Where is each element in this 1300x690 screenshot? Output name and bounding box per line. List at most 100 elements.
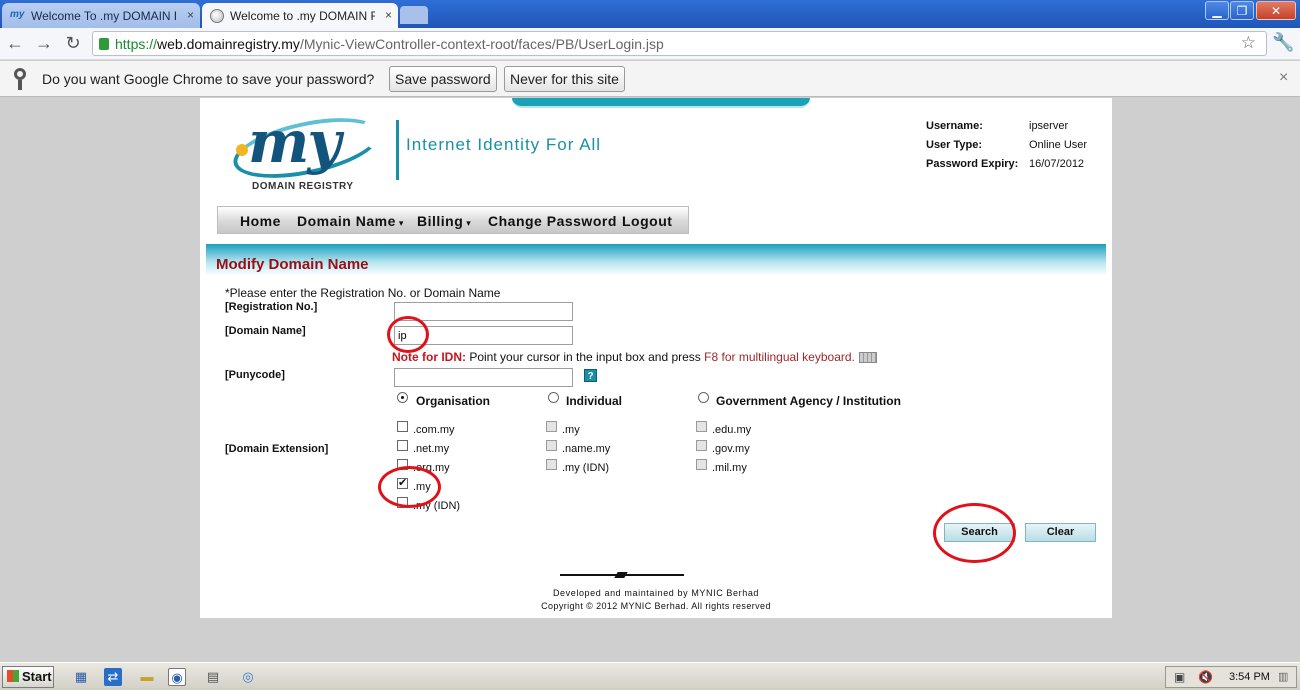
start-button[interactable]: Start <box>2 666 54 688</box>
menu-home[interactable]: Home <box>240 213 281 229</box>
infobar-message: Do you want Google Chrome to save your p… <box>42 71 375 87</box>
taskbar-clock: 3:54 PM <box>1229 671 1270 683</box>
notepad-icon[interactable]: ▤ <box>204 668 222 686</box>
globe-icon <box>210 8 224 23</box>
ext-label: .gov.my <box>712 443 750 455</box>
domain-extension-label: [Domain Extension] <box>225 443 329 455</box>
tab-close-icon[interactable]: × <box>385 8 392 22</box>
app-icon[interactable]: ◎ <box>239 668 257 686</box>
tab-close-icon[interactable]: × <box>187 8 194 22</box>
start-label: Start <box>22 669 52 684</box>
minimize-button[interactable]: ▁ <box>1205 1 1229 20</box>
menu-domain-name-label: Domain Name <box>297 213 396 229</box>
page-viewport: my DOMAIN REGISTRY Internet Identity For… <box>0 98 1300 662</box>
url-path: /Mynic-ViewController-context-root/faces… <box>299 36 664 52</box>
ext-label: .mil.my <box>712 462 747 474</box>
browser-toolbar: ← → ↻ https://web.domainregistry.my/Myni… <box>0 28 1300 60</box>
ext-checkbox-gov-my[interactable] <box>696 440 707 451</box>
password-expiry-value: 16/07/2012 <box>1029 158 1085 170</box>
keyboard-icon[interactable] <box>858 352 877 364</box>
section-header: Modify Domain Name <box>206 244 1106 276</box>
usertype-label: User Type: <box>926 139 983 151</box>
windows-flag-icon <box>7 670 19 682</box>
show-desktop-icon[interactable]: ▥ <box>1278 670 1288 683</box>
usertype-value: Online User <box>1029 139 1088 151</box>
radio-government[interactable] <box>698 392 709 403</box>
media-icon[interactable]: ⇄ <box>104 668 122 686</box>
ext-checkbox-edu-my[interactable] <box>696 421 707 432</box>
browser-tab-1[interactable]: my Welcome To .my DOMAIN REG × <box>2 3 200 28</box>
folder-icon[interactable]: ▬ <box>138 668 156 686</box>
ext-checkbox-mil-my[interactable] <box>696 459 707 470</box>
chrome-taskbar-icon[interactable]: ◉ <box>168 668 186 686</box>
url-scheme: https:// <box>115 36 158 52</box>
domain-name-label: [Domain Name] <box>225 325 306 337</box>
forward-arrow-icon[interactable]: → <box>33 33 55 55</box>
ext-label: .com.my <box>413 424 455 436</box>
radio-government-label: Government Agency / Institution <box>716 394 901 408</box>
volume-muted-icon[interactable]: 🔇 <box>1198 670 1213 684</box>
back-arrow-icon[interactable]: ← <box>4 33 26 55</box>
maximize-button[interactable]: ❐ <box>1230 1 1254 20</box>
mynic-favicon-icon: my <box>10 8 25 20</box>
new-tab-button[interactable] <box>400 6 428 24</box>
network-icon[interactable]: ▦ <box>72 668 90 686</box>
form-instruction: *Please enter the Registration No. or Do… <box>225 286 501 300</box>
idn-note-hint: F8 for multilingual keyboard. <box>704 350 855 364</box>
menu-change-password[interactable]: Change Password <box>488 213 617 229</box>
punycode-label: [Punycode] <box>225 369 285 381</box>
ext-label: .name.my <box>562 443 611 455</box>
menu-billing[interactable]: Billing ▾ <box>417 213 471 229</box>
wrench-menu-icon[interactable]: 🔧 <box>1272 32 1294 53</box>
page-container: my DOMAIN REGISTRY Internet Identity For… <box>200 98 1112 618</box>
user-info-panel: Username: ipserver User Type: Online User … <box>926 120 1087 177</box>
save-password-button[interactable]: Save password <box>389 66 497 92</box>
ext-checkbox-com-my[interactable] <box>397 421 408 432</box>
ext-label: .my (IDN) <box>562 462 610 474</box>
infobar-close-icon[interactable]: × <box>1279 69 1288 87</box>
address-bar[interactable]: https://web.domainregistry.my/Mynic-View… <box>92 31 1267 56</box>
menu-domain-name[interactable]: Domain Name ▾ <box>297 213 404 229</box>
help-icon[interactable]: ? <box>584 369 597 382</box>
radio-organisation[interactable] <box>397 392 408 403</box>
annotation-circle-search-button <box>933 503 1016 563</box>
tab-title: Welcome to .my DOMAIN REG <box>230 8 375 23</box>
network-status-icon[interactable]: ▣ <box>1174 670 1185 684</box>
logo-mark: my <box>248 108 341 176</box>
menu-billing-label: Billing <box>417 213 464 229</box>
ext-checkbox-name-my[interactable] <box>546 440 557 451</box>
bookmark-star-icon[interactable]: ☆ <box>1241 33 1256 53</box>
registration-no-input[interactable] <box>394 302 573 321</box>
windows-taskbar: Start ▦ ⇄ ▬ ◉ ▤ ◎ ▣ 🔇 ▥ 3:54 PM <box>0 662 1300 690</box>
footer-divider <box>560 574 684 576</box>
never-for-this-site-button[interactable]: Never for this site <box>504 66 625 92</box>
ext-label: .edu.my <box>712 424 752 436</box>
reload-icon[interactable]: ↻ <box>62 33 84 55</box>
idn-note-text: Point your cursor in the input box and p… <box>466 350 705 364</box>
ext-checkbox-my-individual[interactable] <box>546 421 557 432</box>
mynic-logo[interactable]: my DOMAIN REGISTRY <box>222 104 392 194</box>
lock-icon <box>99 38 109 50</box>
ext-label: .my <box>562 424 580 436</box>
chevron-down-icon: ▾ <box>398 218 404 228</box>
punycode-input[interactable] <box>394 368 573 387</box>
annotation-circle-domain-input <box>387 316 429 353</box>
radio-individual-label: Individual <box>566 394 623 408</box>
clear-button[interactable]: Clear <box>1025 523 1096 542</box>
menu-logout[interactable]: Logout <box>622 213 672 229</box>
window-close-button[interactable]: ✕ <box>1256 1 1296 20</box>
ext-checkbox-my-idn-individual[interactable] <box>546 459 557 470</box>
logo-divider <box>396 120 399 180</box>
idn-note: Note for IDN: Point your cursor in the i… <box>392 350 877 364</box>
page-title: Modify Domain Name <box>216 256 369 273</box>
radio-individual[interactable] <box>548 392 559 403</box>
password-expiry-label: Password Expiry: <box>926 158 1019 170</box>
browser-titlebar: my Welcome To .my DOMAIN REG × Welcome to… <box>0 0 1300 28</box>
key-icon <box>14 68 28 90</box>
ext-checkbox-net-my[interactable] <box>397 440 408 451</box>
browser-tab-2-active[interactable]: Welcome to .my DOMAIN REG × <box>202 3 398 28</box>
radio-organisation-label: Organisation <box>416 394 491 408</box>
annotation-circle-my-checkbox <box>378 466 441 508</box>
url-host: web.domainregistry.my <box>157 36 300 52</box>
ext-label: .net.my <box>413 443 450 455</box>
